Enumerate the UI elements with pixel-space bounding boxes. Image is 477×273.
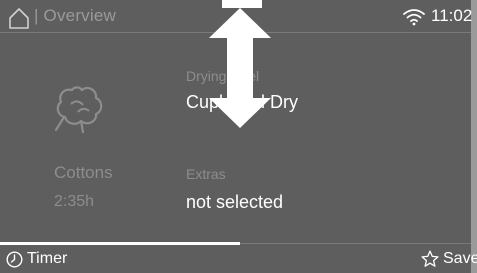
cotton-icon[interactable] [52, 80, 110, 138]
extras-value[interactable]: not selected [186, 192, 283, 213]
page-title-text: Overview [43, 6, 116, 25]
save-label: Save [443, 250, 477, 267]
wifi-icon [403, 9, 425, 26]
pull-down-handle[interactable] [222, 0, 262, 8]
screen-edge [471, 0, 477, 273]
timer-label: Timer [27, 250, 68, 267]
double-arrow-vertical-icon [209, 8, 271, 128]
star-icon [421, 250, 439, 267]
program-duration: 2:35h [54, 193, 95, 210]
save-button[interactable]: Save [421, 249, 477, 269]
program-name: Cottons [54, 163, 113, 182]
extras-label: Extras [186, 166, 226, 182]
progress-bar [0, 242, 240, 245]
clock-time: 11:02 [431, 6, 473, 25]
page-title: | Overview [34, 6, 116, 25]
home-icon[interactable] [8, 7, 30, 29]
clock-icon [6, 250, 23, 268]
appliance-screen: | Overview 11:02 Cottons 2:35h Drying le… [0, 0, 477, 273]
timer-button[interactable]: Timer [6, 249, 67, 269]
